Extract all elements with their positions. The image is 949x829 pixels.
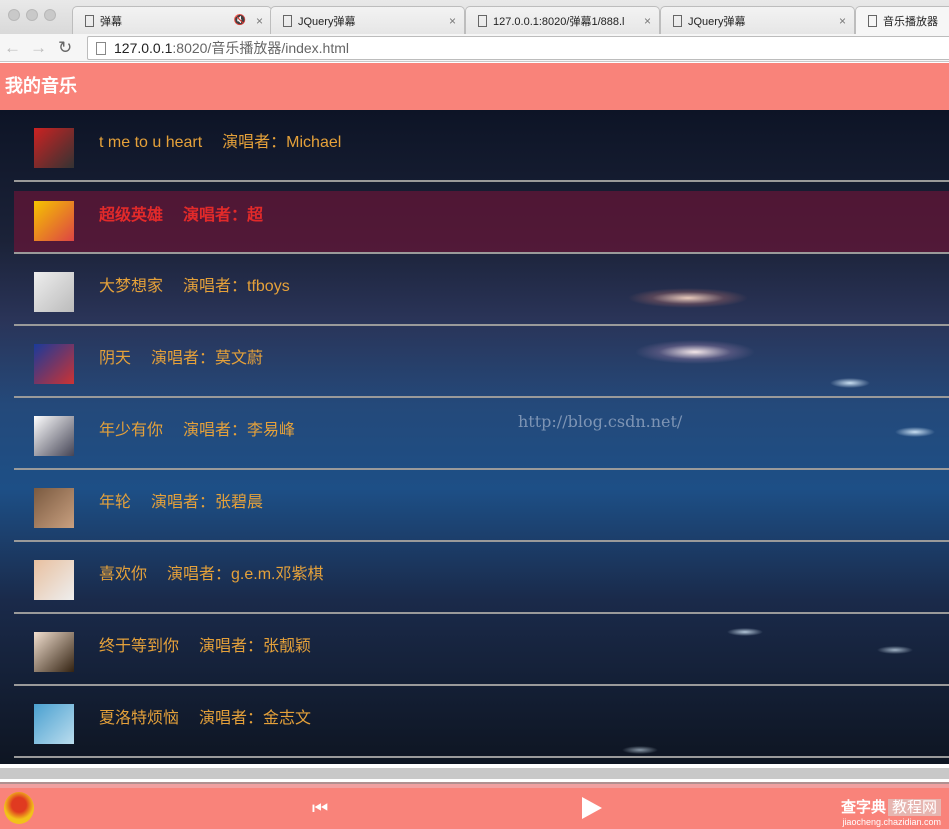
tab-title: 弹幕 [100, 15, 122, 28]
album-cover [34, 704, 74, 744]
tab[interactable]: 127.0.0.1:8020/弹幕1/888.l × [465, 6, 660, 34]
play-button[interactable] [582, 797, 602, 819]
song-item[interactable]: 大梦想家 演唱者：tfboys [14, 254, 949, 326]
progress-bar[interactable] [0, 764, 949, 788]
song-singer: 演唱者：金志文 [199, 710, 312, 727]
tab-title: 音乐播放器 [883, 15, 938, 28]
song-singer: 演唱者：张靓颖 [199, 638, 312, 655]
url-host: 127.0.0.1 [114, 40, 173, 56]
close-window-button[interactable] [8, 9, 20, 21]
close-tab-icon[interactable]: × [256, 14, 263, 28]
tab[interactable]: JQuery弹幕 × [660, 6, 855, 34]
album-cover [34, 128, 74, 168]
address-bar[interactable]: 127.0.0.1:8020/音乐播放器/index.html [87, 36, 949, 60]
site-logo: 查字典 教程网 jiaocheng.chazidian.com [841, 796, 941, 827]
album-cover [34, 272, 74, 312]
song-title: 喜欢你 [99, 566, 148, 583]
song-item[interactable]: 超级英雄 演唱者：超 [14, 191, 949, 254]
song-title: 大梦想家 [99, 278, 164, 295]
song-item[interactable]: 年轮 演唱者：张碧晨 [14, 470, 949, 542]
song-title: 年轮 [99, 494, 132, 511]
song-item[interactable]: 终于等到你 演唱者：张靓颖 [14, 614, 949, 686]
close-tab-icon[interactable]: × [449, 14, 456, 28]
song-title: 夏洛特烦恼 [99, 710, 180, 727]
album-cover [34, 201, 74, 241]
song-singer: 演唱者：张碧晨 [151, 494, 264, 511]
album-cover [34, 488, 74, 528]
tab-title: JQuery弹幕 [298, 15, 356, 28]
logo-box: 教程网 [887, 799, 941, 816]
window-controls[interactable] [8, 9, 56, 21]
song-title: 年少有你 [99, 422, 164, 439]
song-title: 终于等到你 [99, 638, 180, 655]
tab[interactable]: 音乐播放器 [855, 6, 949, 34]
close-tab-icon[interactable]: × [839, 14, 846, 28]
album-cover [34, 344, 74, 384]
logo-url: jiaocheng.chazidian.com [842, 817, 941, 827]
page-icon [868, 14, 877, 27]
song-title: 超级英雄 [99, 207, 164, 224]
song-title: t me to u heart [99, 134, 203, 151]
page-title: 我的音乐 [0, 63, 949, 110]
song-item[interactable]: 阴天 演唱者：莫文蔚 [14, 326, 949, 398]
song-singer: 演唱者：Michael [222, 134, 342, 151]
previous-button[interactable]: ⏮ [312, 799, 328, 817]
back-icon[interactable]: ← [4, 38, 21, 58]
browser-toolbar: ← → ↻ 127.0.0.1:8020/音乐播放器/index.html [0, 34, 949, 62]
close-tab-icon[interactable]: × [644, 14, 651, 28]
song-list: t me to u heart 演唱者：Michael 超级英雄 演唱者：超 大梦想… [0, 110, 949, 764]
muted-audio-icon[interactable]: 🔇 [234, 15, 246, 26]
player-controls: ⏮ 查字典 教程网 jiaocheng.chazidian.com [0, 788, 949, 829]
page-icon [283, 14, 292, 27]
reload-icon[interactable]: ↻ [58, 38, 72, 58]
zoom-window-button[interactable] [44, 9, 56, 21]
song-singer: 演唱者：tfboys [183, 278, 290, 295]
logo-main: 查字典 [840, 799, 886, 816]
tab-title: 127.0.0.1:8020/弹幕1/888.l [493, 15, 625, 28]
minimize-window-button[interactable] [26, 9, 38, 21]
album-cover [34, 416, 74, 456]
album-cover [34, 560, 74, 600]
song-singer: 演唱者：李易峰 [183, 422, 296, 439]
album-cover [34, 632, 74, 672]
watermark: http://blog.csdn.net/ [518, 412, 683, 431]
url-path: :8020/音乐播放器/index.html [172, 40, 350, 56]
song-item[interactable]: 喜欢你 演唱者：g.e.m.邓紫棋 [14, 542, 949, 614]
song-singer: 演唱者：g.e.m.邓紫棋 [167, 566, 324, 583]
song-singer: 演唱者：超 [183, 207, 264, 224]
song-item[interactable]: t me to u heart 演唱者：Michael [14, 110, 949, 182]
forward-icon[interactable]: → [30, 38, 47, 58]
song-title: 阴天 [99, 350, 132, 367]
page-icon [478, 14, 487, 27]
current-song-avatar[interactable] [4, 792, 34, 824]
page-icon [673, 14, 682, 27]
tab[interactable]: JQuery弹幕 × [270, 6, 465, 34]
song-item[interactable]: 年少有你 演唱者：李易峰 [14, 398, 949, 470]
tab-title: JQuery弹幕 [688, 15, 746, 28]
tab-bar: 弹幕 🔇 × JQuery弹幕 × 127.0.0.1:8020/弹幕1/888.l × JQ… [0, 0, 949, 34]
page-icon [96, 41, 106, 55]
tab[interactable]: 弹幕 🔇 × [72, 6, 272, 34]
song-singer: 演唱者：莫文蔚 [151, 350, 264, 367]
song-item[interactable]: 夏洛特烦恼 演唱者：金志文 [14, 686, 949, 758]
page-icon [85, 14, 94, 27]
